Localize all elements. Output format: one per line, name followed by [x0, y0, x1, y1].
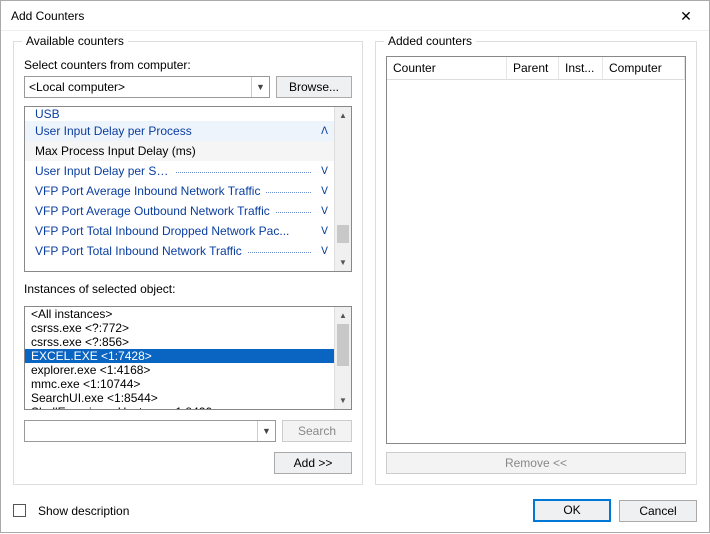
- counter-item-label: VFP Port Total Inbound Dropped Network P…: [35, 224, 317, 238]
- counter-item[interactable]: VFP Port Average Outbound Network Traffi…: [25, 201, 334, 221]
- instance-item[interactable]: mmc.exe <1:10744>: [25, 377, 334, 391]
- counter-item[interactable]: VFP Port Average Inbound Network Traffic…: [25, 181, 334, 201]
- scroll-down-icon[interactable]: ▼: [335, 392, 351, 409]
- remove-button[interactable]: Remove <<: [386, 452, 686, 474]
- show-description-label: Show description: [38, 504, 129, 518]
- counter-item[interactable]: VFP Port Total Inbound Network Traffic ᐯ: [25, 241, 334, 261]
- add-counters-window: Add Counters ✕ Available counters Select…: [0, 0, 710, 533]
- close-button[interactable]: ✕: [663, 1, 709, 31]
- scroll-thumb[interactable]: [337, 225, 349, 243]
- instances-label: Instances of selected object:: [24, 282, 352, 296]
- add-button[interactable]: Add >>: [274, 452, 352, 474]
- instance-item[interactable]: csrss.exe <?:856>: [25, 335, 334, 349]
- scroll-down-icon[interactable]: ▼: [335, 254, 351, 271]
- counter-item[interactable]: User Input Delay per Process ᐱ: [25, 121, 334, 141]
- counter-item[interactable]: User Input Delay per Session ᐯ: [25, 161, 334, 181]
- dialog-footer: Show description OK Cancel: [1, 491, 709, 534]
- window-title: Add Counters: [11, 9, 663, 23]
- chevron-down-icon: ▼: [257, 421, 275, 441]
- instance-search-combo[interactable]: ▼: [24, 420, 276, 442]
- added-counters-legend: Added counters: [384, 34, 476, 48]
- scroll-up-icon[interactable]: ▲: [335, 107, 351, 124]
- counter-item-label: User Input Delay per Process: [35, 124, 317, 138]
- counter-item-label: VFP Port Total Inbound Network Traffic: [35, 244, 242, 258]
- chevron-down-icon: ᐯ: [321, 206, 328, 217]
- instances-list-body: <All instances> csrss.exe <?:772> csrss.…: [25, 307, 334, 409]
- table-body: [387, 80, 685, 443]
- counter-item-label: VFP Port Average Outbound Network Traffi…: [35, 204, 270, 218]
- instances-scrollbar[interactable]: ▲ ▼: [334, 307, 351, 409]
- dialog-body: Available counters Select counters from …: [1, 31, 709, 491]
- added-counters-group: Added counters Counter Parent Inst... Co…: [375, 41, 697, 485]
- instance-item[interactable]: SearchUI.exe <1:8544>: [25, 391, 334, 405]
- col-counter[interactable]: Counter: [387, 57, 507, 79]
- counter-item[interactable]: VFP Port Total Inbound Dropped Network P…: [25, 221, 334, 241]
- chevron-down-icon: ᐯ: [321, 246, 328, 257]
- counters-scrollbar[interactable]: ▲ ▼: [334, 107, 351, 271]
- left-column: Available counters Select counters from …: [13, 41, 363, 485]
- instance-item[interactable]: explorer.exe <1:4168>: [25, 363, 334, 377]
- available-counters-legend: Available counters: [22, 34, 128, 48]
- counter-item-partial[interactable]: USB: [25, 109, 334, 121]
- available-counters-group: Available counters Select counters from …: [13, 41, 363, 485]
- right-column: Added counters Counter Parent Inst... Co…: [375, 41, 697, 485]
- counter-item-label: User Input Delay per Session: [35, 164, 170, 178]
- chevron-down-icon: ᐯ: [321, 226, 328, 237]
- titlebar: Add Counters ✕: [1, 1, 709, 31]
- computer-combo-value: <Local computer>: [29, 80, 125, 94]
- scroll-thumb[interactable]: [337, 324, 349, 366]
- chevron-down-icon: ᐯ: [321, 186, 328, 197]
- chevron-down-icon: ▼: [251, 77, 269, 97]
- show-description-checkbox[interactable]: [13, 504, 26, 517]
- counters-list-body: USB User Input Delay per Process ᐱ Max P…: [25, 107, 334, 271]
- table-header: Counter Parent Inst... Computer: [387, 57, 685, 80]
- col-inst[interactable]: Inst...: [559, 57, 603, 79]
- instance-item-selected[interactable]: EXCEL.EXE <1:7428>: [25, 349, 334, 363]
- instance-item[interactable]: csrss.exe <?:772>: [25, 321, 334, 335]
- browse-button[interactable]: Browse...: [276, 76, 352, 98]
- instance-item[interactable]: ShellExperienceHost.exe <1:8420>: [25, 405, 334, 409]
- chevron-up-icon: ᐱ: [321, 126, 328, 137]
- computer-label: Select counters from computer:: [24, 58, 352, 72]
- instance-item[interactable]: <All instances>: [25, 307, 334, 321]
- computer-combo[interactable]: <Local computer> ▼: [24, 76, 270, 98]
- counter-subitem[interactable]: Max Process Input Delay (ms): [25, 141, 334, 161]
- counter-subitem-label: Max Process Input Delay (ms): [35, 144, 196, 158]
- scroll-up-icon[interactable]: ▲: [335, 307, 351, 324]
- ok-button[interactable]: OK: [533, 499, 611, 522]
- counter-item-label: VFP Port Average Inbound Network Traffic: [35, 184, 260, 198]
- counters-listbox[interactable]: USB User Input Delay per Process ᐱ Max P…: [24, 106, 352, 272]
- col-computer[interactable]: Computer: [603, 57, 685, 79]
- close-icon: ✕: [680, 8, 692, 24]
- chevron-down-icon: ᐯ: [321, 166, 328, 177]
- search-button[interactable]: Search: [282, 420, 352, 442]
- col-parent[interactable]: Parent: [507, 57, 559, 79]
- added-counters-table[interactable]: Counter Parent Inst... Computer: [386, 56, 686, 444]
- cancel-button[interactable]: Cancel: [619, 500, 697, 522]
- instances-listbox[interactable]: <All instances> csrss.exe <?:772> csrss.…: [24, 306, 352, 410]
